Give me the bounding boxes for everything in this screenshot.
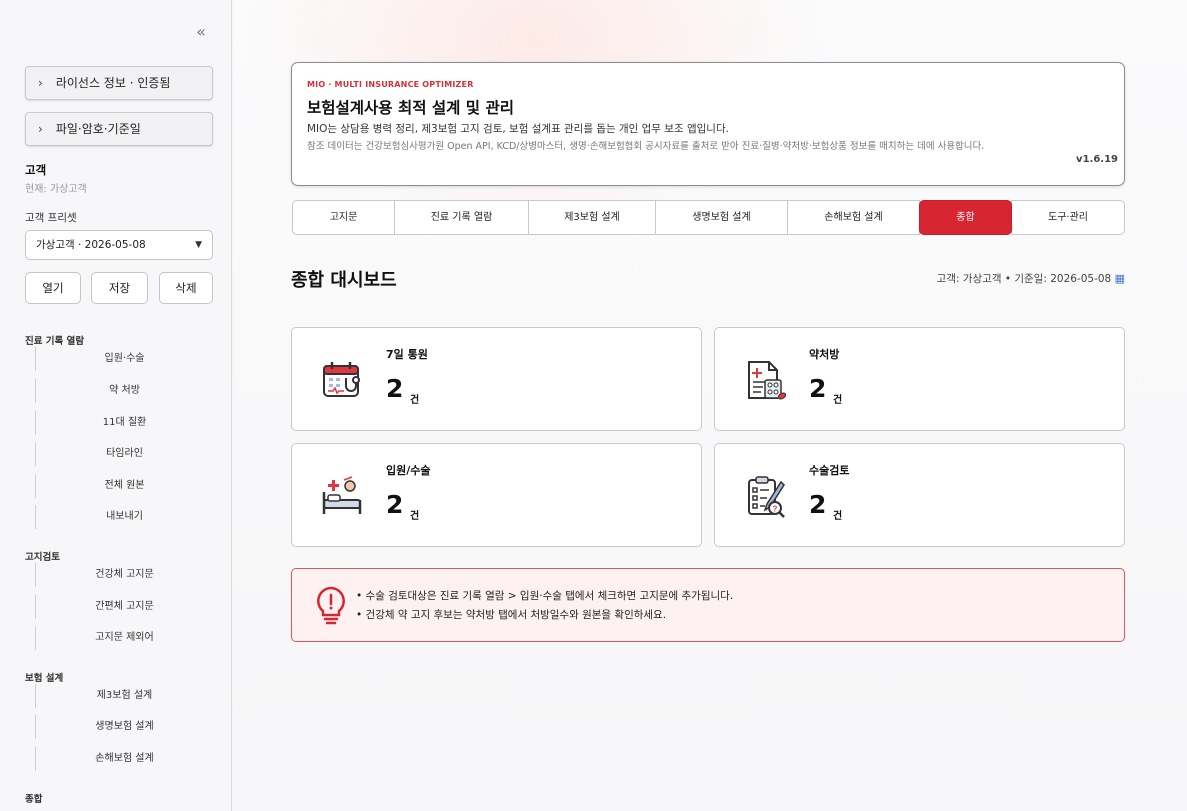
tab-tools[interactable]: 도구·관리	[1011, 200, 1125, 235]
chevron-right-icon: ›	[38, 76, 43, 90]
customer-preset-select[interactable]: 가상고객 · 2026-05-08 ▼	[25, 230, 213, 260]
stat-card-outpatient: 7일 통원 2 건	[291, 327, 702, 431]
sidebar-section-summary: 종합	[25, 794, 43, 805]
sidebar-item-prescription[interactable]: 약 처방	[35, 379, 213, 403]
tab-third-insurance[interactable]: 제3보험 설계	[528, 200, 656, 235]
prescription-icon	[748, 361, 787, 400]
stat-card-admission: 입원/수술 2 건	[291, 443, 702, 547]
notice-box: • 수술 검토대상은 진료 기록 열람 > 입원·수술 탭에서 체크하면 고지문…	[291, 568, 1125, 642]
stat-label: 약처방	[809, 348, 840, 361]
sidebar-item-simple-disclosure[interactable]: 간편체 고지문	[35, 595, 213, 619]
app-description: MIO는 상담용 병력 정리, 제3보험 고지 검토, 보험 설계표 관리를 돕…	[307, 123, 729, 135]
sidebar-item-11-diseases[interactable]: 11대 질환	[35, 411, 213, 435]
expander-label: 파일·암호·기준일	[55, 122, 141, 136]
tab-records[interactable]: 진료 기록 열람	[394, 200, 529, 235]
sidebar-item-third-insurance[interactable]: 제3보험 설계	[35, 684, 213, 708]
tab-disclosure[interactable]: 고지문	[292, 200, 395, 235]
preset-label: 고객 프리셋	[25, 212, 77, 224]
file-settings-expander[interactable]: › 파일·암호·기준일	[25, 112, 213, 146]
calendar-icon: ▦	[1114, 272, 1125, 285]
main-tabs: 고지문 진료 기록 열람 제3보험 설계 생명보험 설계 손해보험 설계 종합 …	[292, 200, 1125, 235]
sidebar-item-disclosure-exclusions[interactable]: 고지문 제외어	[35, 626, 213, 650]
lightbulb-alert-icon	[317, 586, 345, 625]
tab-property-insurance[interactable]: 손해보험 설계	[787, 200, 920, 235]
dashboard-title: 종합 대시보드	[291, 270, 397, 291]
dashboard-meta-text: 고객: 가상고객 • 기준일: 2026-05-08	[936, 273, 1112, 285]
save-button[interactable]: 저장	[91, 272, 148, 304]
stat-label: 수술검토	[809, 464, 850, 477]
sidebar-item-life-insurance[interactable]: 생명보험 설계	[35, 715, 213, 739]
open-button[interactable]: 열기	[25, 272, 81, 304]
collapse-sidebar-icon[interactable]: «	[190, 22, 212, 42]
tab-summary[interactable]: 종합	[919, 200, 1012, 235]
sidebar-item-export[interactable]: 내보내기	[35, 505, 213, 529]
stat-unit: 건	[410, 511, 420, 522]
sidebar-item-admission[interactable]: 입원·수술	[35, 347, 213, 371]
stat-card-prescription: 약처방 2 건	[714, 327, 1125, 431]
dashboard-meta: 고객: 가상고객 • 기준일: 2026-05-08 ▦	[937, 271, 1125, 286]
sidebar-item-full-original[interactable]: 전체 원본	[35, 474, 213, 498]
sidebar: « › 라이선스 정보 · 인증됨 › 파일·암호·기준일 고객 현재: 가상고…	[0, 0, 232, 811]
app-data-note: 참조 데이터는 건강보험심사평가원 Open API, KCD/상병마스터, 생…	[307, 141, 985, 152]
preset-value: 가상고객 · 2026-05-08	[36, 239, 146, 251]
app-title: 보험설계사용 최적 설계 및 관리	[307, 99, 514, 117]
stat-card-surgery-review: ? 수술검토 2 건	[714, 443, 1125, 547]
sidebar-section-records: 진료 기록 열람	[25, 336, 85, 347]
chevron-right-icon: ›	[38, 122, 43, 136]
stat-unit: 건	[833, 395, 843, 406]
notice-line: • 건강체 약 고지 후보는 약처방 탭에서 처방일수와 원본을 확인하세요.	[356, 609, 667, 621]
customer-heading: 고객	[25, 163, 47, 177]
calendar-stethoscope-icon	[323, 362, 360, 397]
sidebar-item-timeline[interactable]: 타임라인	[35, 442, 213, 466]
chevron-down-icon: ▼	[195, 240, 202, 250]
current-customer: 현재: 가상고객	[25, 184, 87, 195]
app-kicker: MIO · MULTI INSURANCE OPTIMIZER	[307, 80, 474, 89]
stat-unit: 건	[833, 511, 843, 522]
stat-value: 2	[386, 374, 404, 403]
stat-label: 7일 통원	[386, 348, 428, 361]
sidebar-section-insurance-design: 보험 설계	[25, 673, 64, 684]
hospital-bed-icon	[322, 476, 362, 514]
tab-life-insurance[interactable]: 생명보험 설계	[655, 200, 788, 235]
expander-label: 라이선스 정보 · 인증됨	[55, 76, 171, 90]
stat-value: 2	[809, 490, 827, 519]
license-info-expander[interactable]: › 라이선스 정보 · 인증됨	[25, 66, 213, 100]
stat-label: 입원/수술	[386, 464, 431, 477]
sidebar-item-healthy-disclosure[interactable]: 건강체 고지문	[35, 563, 213, 587]
sidebar-section-disclosure: 고지검토	[25, 552, 60, 563]
svg-text:?: ?	[773, 505, 778, 514]
stat-value: 2	[386, 490, 404, 519]
clipboard-review-icon: ?	[748, 476, 785, 518]
app-version: v1.6.19	[1076, 154, 1118, 165]
app-header-card: MIO · MULTI INSURANCE OPTIMIZER 보험설계사용 최…	[291, 62, 1125, 186]
sidebar-item-property-insurance[interactable]: 손해보험 설계	[35, 747, 213, 771]
stat-unit: 건	[410, 395, 420, 406]
stat-value: 2	[809, 374, 827, 403]
delete-button[interactable]: 삭제	[159, 272, 213, 304]
notice-line: • 수술 검토대상은 진료 기록 열람 > 입원·수술 탭에서 체크하면 고지문…	[356, 590, 734, 602]
